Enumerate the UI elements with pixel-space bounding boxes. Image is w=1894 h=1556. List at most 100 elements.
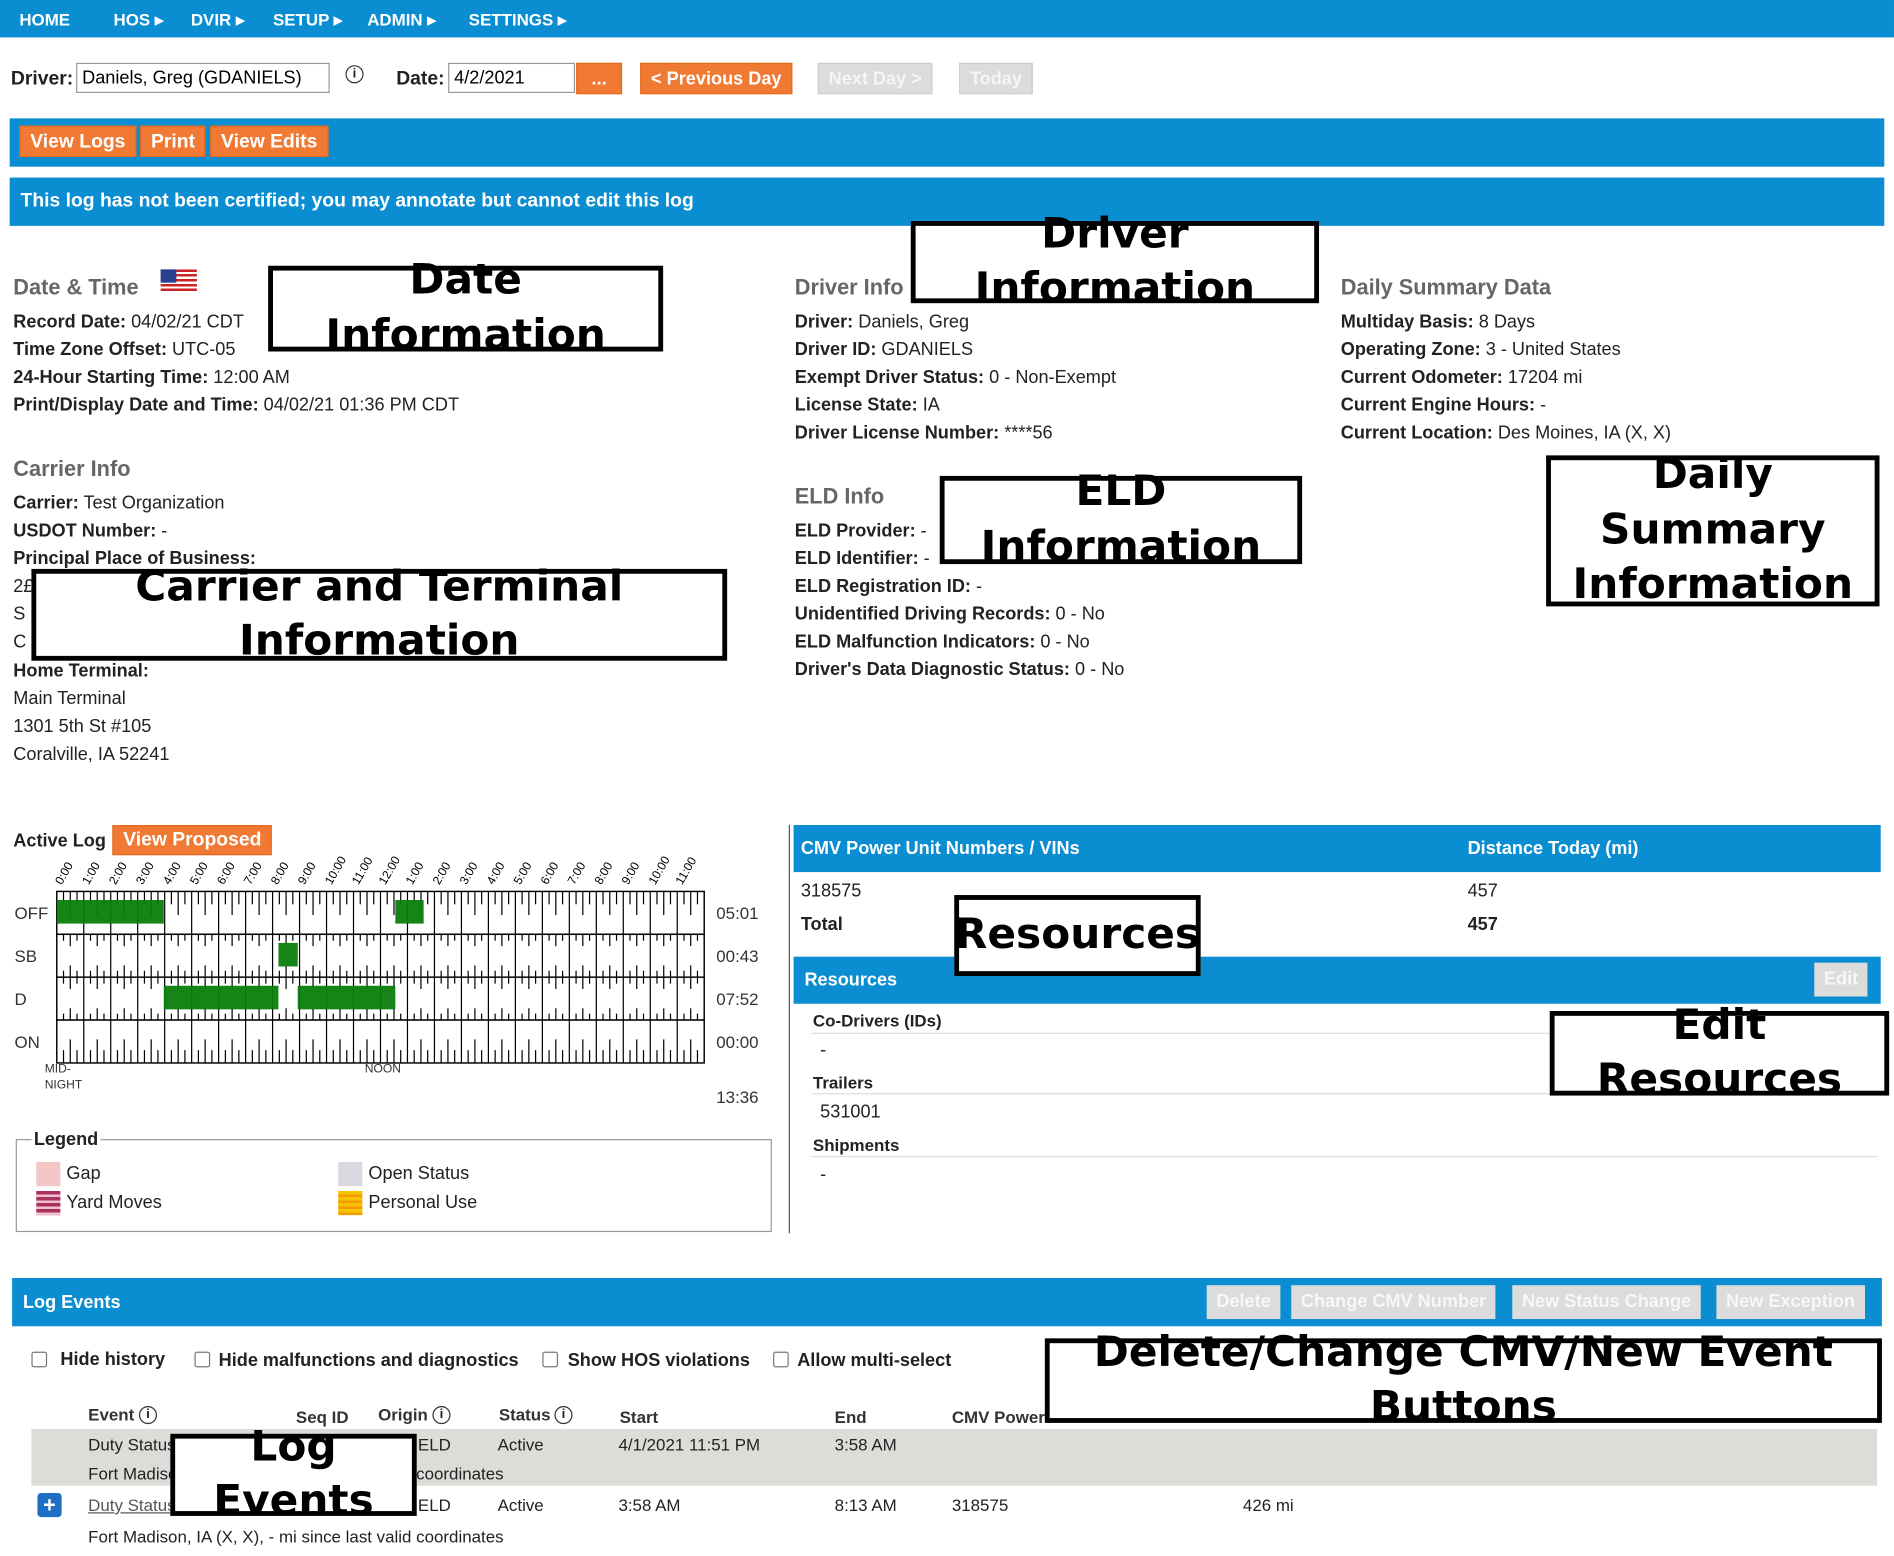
event-type: Duty Status <box>88 1434 176 1455</box>
shipments-value: - <box>820 1164 827 1185</box>
date-time-heading: Date & Time <box>13 275 139 300</box>
annotation-eld: ELD Information <box>939 467 1303 571</box>
hide-malfunctions-checkbox[interactable] <box>194 1351 211 1368</box>
info-row: 24-Hour Starting Time: 12:00 AM <box>13 367 290 388</box>
hide-malfunctions-label: Hide malfunctions and diagnostics <box>218 1350 519 1371</box>
info-row: Unidentified Driving Records: 0 - No <box>795 604 1105 625</box>
col-end[interactable]: End <box>835 1407 867 1426</box>
col-cmv-power[interactable]: CMV Power <box>952 1407 1045 1426</box>
new-status-change-button[interactable]: New Status Change <box>1512 1285 1701 1320</box>
carrier-heading: Carrier Info <box>13 456 131 481</box>
trailers-value: 531001 <box>820 1101 881 1123</box>
cmv-header: CMV Power Unit Numbers / VINs Distance T… <box>793 824 1881 873</box>
top-nav: HOME HOS ▸ DVIR ▸ SETUP ▸ ADMIN ▸ SETTIN… <box>0 0 1894 38</box>
info-value: - <box>920 520 927 542</box>
terminal-city: Coralville, IA 52241 <box>13 744 170 765</box>
nav-hos[interactable]: HOS ▸ <box>114 10 164 31</box>
driver-input[interactable] <box>76 62 330 94</box>
us-flag-icon <box>160 269 197 294</box>
info-label: Exempt Driver Status: <box>794 367 985 388</box>
hide-history-checkbox[interactable] <box>31 1351 48 1368</box>
info-icon[interactable]: i <box>554 1405 573 1425</box>
info-label: ELD Identifier: <box>794 548 919 569</box>
view-logs-button[interactable]: View Logs <box>19 125 137 158</box>
row-label: SB <box>14 947 37 966</box>
hour-tick-label: 12:00 <box>376 853 403 886</box>
hour-tick-label: 9:00 <box>295 859 319 887</box>
log-events-header: Log Events Delete Change CMV Number New … <box>12 1277 1882 1327</box>
new-exception-button[interactable]: New Exception <box>1716 1285 1865 1320</box>
event-cmv: 318575 <box>951 1495 1009 1515</box>
driver-label: Driver: <box>10 68 74 90</box>
nav-dvir[interactable]: DVIR ▸ <box>191 10 245 31</box>
col-status[interactable]: Status <box>499 1405 551 1424</box>
info-row: ELD Malfunction Indicators: 0 - No <box>795 632 1090 653</box>
info-row: Print/Display Date and Time: 04/02/21 01… <box>13 395 459 416</box>
nav-home[interactable]: HOME <box>19 10 70 29</box>
duty-segment <box>56 900 164 924</box>
shipments-label: Shipments <box>812 1135 900 1155</box>
event-type-link[interactable]: Duty Status <box>88 1495 175 1514</box>
info-row: Current Location: Des Moines, IA (X, X) <box>1341 423 1671 444</box>
info-label: Unidentified Driving Records: <box>794 603 1051 625</box>
info-icon[interactable]: i <box>345 65 364 84</box>
hour-tick-label: 1:00 <box>79 859 103 887</box>
col-event[interactable]: Event <box>88 1405 134 1424</box>
cmv-total: 457 <box>1467 914 1498 935</box>
info-row: USDOT Number: - <box>13 521 167 542</box>
info-label: Driver ID: <box>794 339 877 360</box>
show-violations-checkbox[interactable] <box>542 1351 559 1368</box>
delete-button[interactable]: Delete <box>1206 1285 1281 1320</box>
duty-segment <box>163 985 279 1010</box>
hour-tick-label: 0:00 <box>52 859 76 887</box>
date-label: Date: <box>396 68 445 90</box>
carrier-address-partial: S <box>13 603 26 625</box>
hour-tick-label: 9:00 <box>619 859 643 887</box>
legend-open-status: Open Status <box>368 1163 470 1184</box>
yard-moves-swatch <box>36 1190 61 1216</box>
nav-setup[interactable]: SETUP ▸ <box>273 10 342 31</box>
info-label: License State: <box>794 394 918 416</box>
info-value: 04/02/21 CDT <box>131 311 244 333</box>
info-icon[interactable]: i <box>432 1405 451 1425</box>
date-picker-button[interactable]: ... <box>576 62 623 95</box>
open-status-swatch <box>338 1161 363 1187</box>
cmv-unit: 318575 <box>800 880 862 902</box>
row-label: OFF <box>14 904 48 923</box>
resources-title: Resources <box>804 969 898 991</box>
info-icon[interactable]: i <box>138 1405 158 1425</box>
info-value: Des Moines, IA (X, X) <box>1497 422 1672 444</box>
legend-title: Legend <box>33 1129 99 1150</box>
hour-tick-label: 11:00 <box>673 854 700 887</box>
hour-tick-label: 6:00 <box>214 859 238 887</box>
info-value: 8 Days <box>1478 311 1536 333</box>
info-row: Operating Zone: 3 - United States <box>1341 339 1621 360</box>
edit-resources-button[interactable]: Edit <box>1814 962 1868 997</box>
hour-tick-label: 8:00 <box>268 859 292 887</box>
next-day-button[interactable]: Next Day > <box>817 62 933 95</box>
change-cmv-number-button[interactable]: Change CMV Number <box>1291 1285 1496 1320</box>
today-button[interactable]: Today <box>959 62 1033 95</box>
hour-tick-label: 5:00 <box>511 859 535 887</box>
event-start: 4/1/2021 11:51 PM <box>618 1434 761 1455</box>
info-value: ****56 <box>1004 422 1053 444</box>
nav-settings[interactable]: SETTINGS ▸ <box>469 10 567 31</box>
previous-day-button[interactable]: < Previous Day <box>640 62 793 95</box>
log-events-title: Log Events <box>22 1292 121 1313</box>
codrivers-value: - <box>820 1040 827 1061</box>
annotation-log-events: Log Events <box>170 1422 417 1526</box>
nav-admin[interactable]: ADMIN ▸ <box>367 10 436 31</box>
hide-history-label: Hide history <box>60 1349 166 1370</box>
allow-multiselect-label: Allow multi-select <box>797 1350 952 1371</box>
annotation-date: Date Information <box>268 256 664 359</box>
date-input[interactable] <box>448 62 575 94</box>
view-edits-button[interactable]: View Edits <box>210 125 329 158</box>
row-label: ON <box>14 1033 39 1052</box>
info-row: ELD Identifier: - <box>795 548 930 569</box>
allow-multiselect-checkbox[interactable] <box>773 1351 789 1368</box>
print-button[interactable]: Print <box>140 125 206 158</box>
expand-plus-icon[interactable]: + <box>37 1492 62 1518</box>
hour-tick-label: 6:00 <box>538 859 562 887</box>
eld-info-heading: ELD Info <box>794 484 885 509</box>
col-start[interactable]: Start <box>620 1407 659 1426</box>
